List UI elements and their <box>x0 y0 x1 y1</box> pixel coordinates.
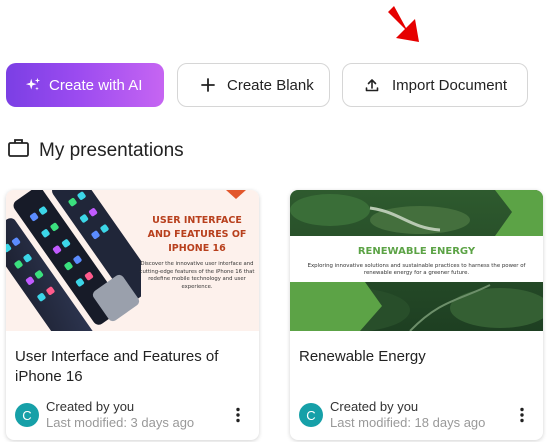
thumbnail-description: Discover the innovative user interface a… <box>139 261 255 290</box>
created-by-text: Created by you <box>330 399 419 414</box>
annotation-arrow-icon <box>388 6 419 42</box>
avatar: C <box>299 403 323 427</box>
section-title: My presentations <box>39 139 184 161</box>
create-with-ai-button[interactable]: Create with AI <box>6 63 164 107</box>
presentation-meta: Created by you Last modified: 18 days ag… <box>330 399 485 431</box>
presentation-card[interactable]: RENEWABLE ENERGY Exploring innovative so… <box>290 190 543 440</box>
upload-icon <box>364 77 380 93</box>
thumbnail-description: Exploring innovative solutions and susta… <box>307 263 526 277</box>
presentation-thumbnail[interactable]: USER INTERFACE AND FEATURES OF IPHONE 16… <box>6 190 259 331</box>
create-blank-label: Create Blank <box>227 76 314 94</box>
last-modified-text: Last modified: 3 days ago <box>46 415 195 430</box>
created-by-text: Created by you <box>46 399 135 414</box>
last-modified-text: Last modified: 18 days ago <box>330 415 486 430</box>
more-vertical-icon[interactable] <box>519 407 525 423</box>
plus-icon <box>200 77 216 93</box>
import-document-label: Import Document <box>392 76 508 94</box>
briefcase-icon <box>8 138 29 163</box>
presentation-card[interactable]: USER INTERFACE AND FEATURES OF IPHONE 16… <box>6 190 259 440</box>
more-vertical-icon[interactable] <box>235 407 241 423</box>
presentation-title[interactable]: User Interface and Features of iPhone 16 <box>15 347 245 387</box>
presentation-title[interactable]: Renewable Energy <box>299 347 529 367</box>
thumbnail-title: RENEWABLE ENERGY <box>357 246 476 257</box>
sparkles-icon <box>25 77 41 93</box>
thumbnail-title: USER INTERFACE AND FEATURES OF IPHONE 16 <box>147 215 247 254</box>
create-with-ai-label: Create with AI <box>49 76 143 94</box>
create-blank-button[interactable]: Create Blank <box>177 63 330 107</box>
presentation-thumbnail[interactable]: RENEWABLE ENERGY Exploring innovative so… <box>290 190 543 331</box>
section-heading: My presentations <box>8 138 184 163</box>
avatar: C <box>15 403 39 427</box>
phone-collage-image <box>6 190 141 331</box>
presentation-meta: Created by you Last modified: 3 days ago <box>46 399 194 431</box>
import-document-button[interactable]: Import Document <box>342 63 528 107</box>
